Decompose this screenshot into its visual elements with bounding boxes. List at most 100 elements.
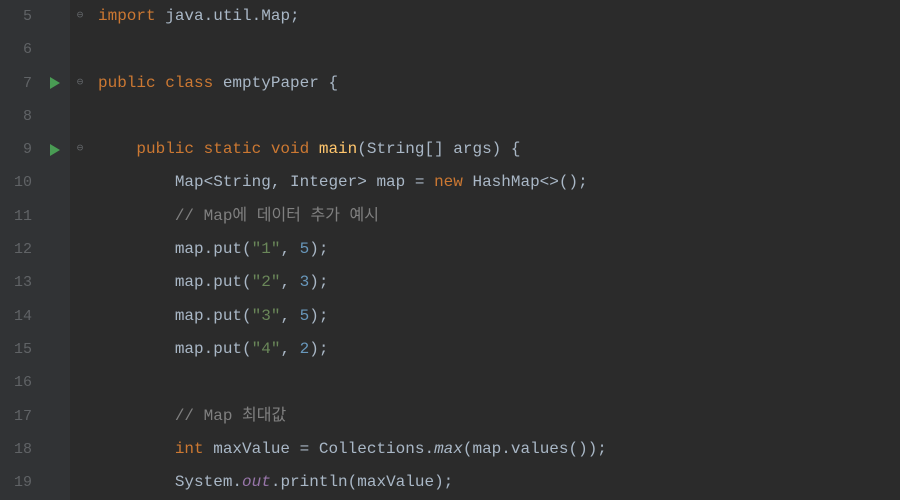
run-marker-slot	[40, 100, 70, 133]
fold-marker-slot	[70, 466, 90, 499]
line-number: 15	[0, 333, 40, 366]
line-number: 11	[0, 200, 40, 233]
code-line[interactable]: map.put("1", 5);	[98, 233, 900, 266]
code-token: map.put(	[98, 307, 252, 325]
fold-marker-slot	[70, 166, 90, 199]
code-line[interactable]	[98, 100, 900, 133]
fold-marker-slot	[70, 266, 90, 299]
run-marker-slot	[40, 400, 70, 433]
code-line[interactable]: // Map에 데이터 추가 예시	[98, 200, 900, 233]
code-token: new	[434, 173, 472, 191]
play-icon[interactable]	[50, 77, 60, 89]
code-token: "3"	[252, 307, 281, 325]
fold-marker-slot	[70, 400, 90, 433]
run-marker-slot	[40, 433, 70, 466]
code-token: 2	[300, 340, 310, 358]
code-line[interactable]: System.out.println(maxValue);	[98, 466, 900, 499]
code-token: (map.values());	[463, 440, 607, 458]
run-marker-slot	[40, 300, 70, 333]
fold-marker-slot[interactable]: ⊖	[70, 133, 90, 166]
code-line[interactable]: map.put("3", 5);	[98, 300, 900, 333]
run-marker-slot[interactable]	[40, 133, 70, 166]
code-line[interactable]: // Map 최대값	[98, 400, 900, 433]
code-token: out	[242, 473, 271, 491]
line-number: 13	[0, 266, 40, 299]
fold-marker-slot[interactable]: ⊖	[70, 67, 90, 100]
line-number: 17	[0, 400, 40, 433]
code-token	[98, 407, 175, 425]
code-token: "2"	[252, 273, 281, 291]
code-line[interactable]: map.put("4", 2);	[98, 333, 900, 366]
run-marker-slot	[40, 266, 70, 299]
code-token: int	[175, 440, 213, 458]
line-number: 19	[0, 466, 40, 499]
code-token	[98, 140, 136, 158]
run-marker-gutter	[40, 0, 70, 500]
line-number: 16	[0, 366, 40, 399]
code-token: ,	[280, 340, 299, 358]
code-text-area[interactable]: import java.util.Map; public class emptyP…	[90, 0, 900, 500]
code-token: ,	[280, 307, 299, 325]
fold-marker-slot[interactable]: ⊖	[70, 0, 90, 33]
code-line[interactable]: public static void main(String[] args) {	[98, 133, 900, 166]
code-token: import	[98, 7, 165, 25]
fold-marker-slot	[70, 200, 90, 233]
run-marker-slot	[40, 0, 70, 33]
code-token: 5	[300, 240, 310, 258]
code-token: HashMap<>();	[472, 173, 587, 191]
code-token: java.util.Map;	[165, 7, 299, 25]
line-number: 5	[0, 0, 40, 33]
run-marker-slot	[40, 466, 70, 499]
line-number: 14	[0, 300, 40, 333]
run-marker-slot	[40, 200, 70, 233]
run-marker-slot	[40, 166, 70, 199]
code-token: public static void	[136, 140, 318, 158]
code-token: "4"	[252, 340, 281, 358]
code-line[interactable]	[98, 366, 900, 399]
line-number: 8	[0, 100, 40, 133]
play-icon[interactable]	[50, 144, 60, 156]
fold-marker-gutter: ⊖ ⊖ ⊖	[70, 0, 90, 500]
code-token: // Map 최대값	[175, 407, 286, 425]
code-token: public class	[98, 74, 223, 92]
code-token: map.put(	[98, 340, 252, 358]
code-token: 3	[300, 273, 310, 291]
code-token: Map<String, Integer> map =	[98, 173, 434, 191]
fold-marker-slot	[70, 300, 90, 333]
fold-marker-slot	[70, 433, 90, 466]
line-number: 7	[0, 67, 40, 100]
line-number: 12	[0, 233, 40, 266]
code-token: ,	[280, 273, 299, 291]
code-token: );	[309, 240, 328, 258]
code-token: );	[309, 340, 328, 358]
code-editor[interactable]: 5678910111213141516171819 ⊖⊖⊖ import jav…	[0, 0, 900, 500]
fold-marker-slot	[70, 233, 90, 266]
code-token: emptyPaper	[223, 74, 329, 92]
code-line[interactable]: map.put("2", 3);	[98, 266, 900, 299]
code-token: main	[319, 140, 357, 158]
run-marker-slot	[40, 33, 70, 66]
code-token: map.put(	[98, 273, 252, 291]
code-token: ,	[280, 240, 299, 258]
run-marker-slot	[40, 233, 70, 266]
code-token	[98, 207, 175, 225]
code-token: System.	[98, 473, 242, 491]
code-token: 5	[300, 307, 310, 325]
code-token: max	[434, 440, 463, 458]
code-line[interactable]: public class emptyPaper {	[98, 67, 900, 100]
code-token: (String[] args) {	[357, 140, 520, 158]
code-line[interactable]	[98, 33, 900, 66]
code-line[interactable]: int maxValue = Collections.max(map.value…	[98, 433, 900, 466]
run-marker-slot	[40, 366, 70, 399]
code-token: );	[309, 273, 328, 291]
code-line[interactable]: Map<String, Integer> map = new HashMap<>…	[98, 166, 900, 199]
line-number: 6	[0, 33, 40, 66]
fold-marker-slot	[70, 366, 90, 399]
fold-marker-slot	[70, 33, 90, 66]
code-token: "1"	[252, 240, 281, 258]
line-number: 10	[0, 166, 40, 199]
line-number: 9	[0, 133, 40, 166]
code-token: maxValue = Collections.	[213, 440, 434, 458]
run-marker-slot[interactable]	[40, 67, 70, 100]
code-line[interactable]: import java.util.Map;	[98, 0, 900, 33]
